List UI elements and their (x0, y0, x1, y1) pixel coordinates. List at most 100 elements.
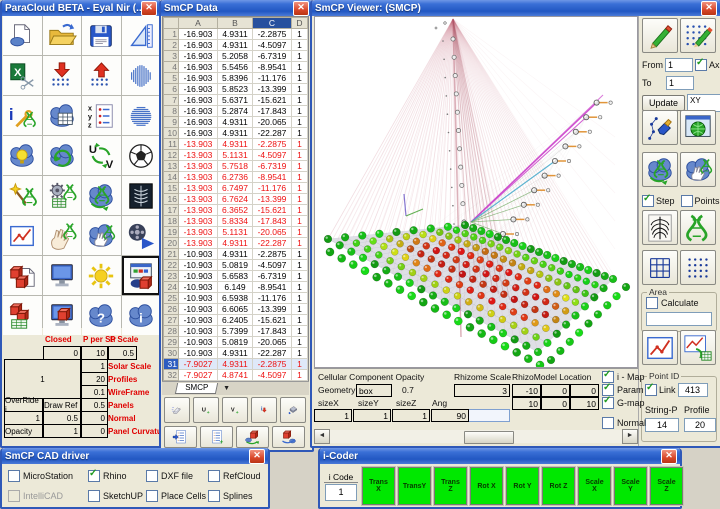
cell-C2[interactable]: -4.5097 (252, 39, 292, 51)
paracloud-tool-monitor[interactable] (42, 256, 81, 295)
paracloud-tool-excel-cut[interactable]: X (3, 56, 42, 95)
param-bot-v-1[interactable]: 0 (81, 411, 108, 425)
row-header-21[interactable]: 21 (163, 248, 179, 260)
cell-B13[interactable]: 5.7518 (217, 160, 253, 172)
cell-D7[interactable]: 1 (291, 94, 308, 106)
cad-checkbox-3[interactable] (208, 470, 220, 482)
location-0-1[interactable]: 0 (541, 384, 570, 397)
row-header-1[interactable]: 1 (163, 28, 179, 40)
location-1-0[interactable]: 10 (512, 397, 541, 410)
cell-D5[interactable]: 1 (291, 72, 308, 84)
sheet-row-18[interactable]: 18 -13.903 5.8334 -17.843 1 (163, 215, 308, 227)
paracloud-tool-xray-image[interactable] (121, 176, 160, 215)
cell-C13[interactable]: -6.7319 (252, 160, 292, 172)
cell-A29[interactable]: -10.903 (178, 336, 218, 348)
cell-C25[interactable]: -11.176 (252, 292, 292, 304)
cell-A8[interactable]: -16.903 (178, 105, 218, 117)
cell-D1[interactable]: 1 (291, 28, 308, 40)
cell-B26[interactable]: 6.6065 (217, 303, 253, 315)
tab-dropdown-icon[interactable]: ▼ (223, 385, 230, 392)
cell-D21[interactable]: 1 (291, 248, 308, 260)
cell-B9[interactable]: 4.9311 (217, 116, 253, 128)
cell-A17[interactable]: -13.903 (178, 204, 218, 216)
cell-D18[interactable]: 1 (291, 215, 308, 227)
cell-B28[interactable]: 5.7399 (217, 325, 253, 337)
cell-C11[interactable]: -2.2875 (252, 138, 292, 150)
row-header-27[interactable]: 27 (163, 314, 179, 326)
cell-A28[interactable]: -10.903 (178, 325, 218, 337)
cell-D15[interactable]: 1 (291, 182, 308, 194)
cell-D9[interactable]: 1 (291, 116, 308, 128)
cell-C4[interactable]: -8.9541 (252, 61, 292, 73)
list-add-button[interactable]: + (200, 426, 233, 448)
chart-export-button[interactable] (680, 330, 716, 365)
v-plus-button[interactable]: V + (222, 397, 248, 423)
cell-A12[interactable]: -13.903 (178, 149, 218, 161)
param-top-2[interactable]: 0.5 (108, 346, 137, 360)
sheet-row-17[interactable]: 17 -13.903 6.3652 -15.621 1 (163, 204, 308, 216)
paracloud-tool-cubes-page[interactable] (3, 256, 42, 295)
param-span-value[interactable]: 1 (4, 359, 81, 399)
row-header-26[interactable]: 26 (163, 303, 179, 315)
paracloud-tool-gear-dna-table[interactable] (42, 176, 81, 215)
cell-D3[interactable]: 1 (291, 50, 308, 62)
row-header-13[interactable]: 13 (163, 160, 179, 172)
cell-C1[interactable]: -2.2875 (252, 28, 292, 40)
calculate-checkbox[interactable] (646, 297, 658, 309)
cell-B10[interactable]: 4.9311 (217, 127, 253, 139)
param-top-1[interactable]: 10 (81, 346, 108, 360)
viewer-hscrollbar[interactable]: ◄ ► (314, 429, 638, 444)
cell-B2[interactable]: 4.9311 (217, 39, 253, 51)
sheet-row-3[interactable]: 3 -16.903 5.2058 -6.7319 1 (163, 50, 308, 62)
param-bot-c2-0[interactable]: Draw Ref (43, 398, 81, 412)
param-mid-1[interactable]: 20 (81, 372, 108, 386)
cell-B20[interactable]: 4.9311 (217, 237, 253, 249)
cell-D19[interactable]: 1 (291, 226, 308, 238)
data-titlebar[interactable]: SmCP Data ✕ (161, 0, 312, 16)
step-checkbox[interactable] (642, 193, 654, 207)
cell-B4[interactable]: 5.5456 (217, 61, 253, 73)
cloud-dna-update-button[interactable] (642, 152, 678, 187)
row-header-2[interactable]: 2 (163, 39, 179, 51)
cell-D6[interactable]: 1 (291, 83, 308, 95)
cube-rotate-b-button[interactable] (272, 426, 305, 448)
cell-A25[interactable]: -10.903 (178, 292, 218, 304)
cell-C15[interactable]: -11.176 (252, 182, 292, 194)
sheet-row-21[interactable]: 21 -10.903 4.9311 -2.2875 1 (163, 248, 308, 260)
cell-C10[interactable]: -22.287 (252, 127, 292, 139)
cell-C29[interactable]: -20.065 (252, 336, 292, 348)
row-header-4[interactable]: 4 (163, 61, 179, 73)
cell-A27[interactable]: -10.903 (178, 314, 218, 326)
row-header-3[interactable]: 3 (163, 50, 179, 62)
sheet-row-19[interactable]: 19 -13.903 5.1131 -20.065 1 (163, 226, 308, 238)
row-header-29[interactable]: 29 (163, 336, 179, 348)
row-header-23[interactable]: 23 (163, 270, 179, 282)
sheet-row-32[interactable]: 32 -7.9027 4.8741 -4.5097 1 (163, 369, 308, 381)
sheet-row-29[interactable]: 29 -10.903 5.0819 -20.065 1 (163, 336, 308, 348)
cell-B14[interactable]: 6.2736 (217, 171, 253, 183)
row-header-19[interactable]: 19 (163, 226, 179, 238)
from-input[interactable] (665, 58, 693, 72)
icoder-titlebar[interactable]: i-Coder ✕ (320, 448, 680, 464)
cell-D14[interactable]: 1 (291, 171, 308, 183)
link-checkbox[interactable] (645, 382, 657, 396)
sheet-row-20[interactable]: 20 -13.903 4.9311 -22.287 1 (163, 237, 308, 249)
paracloud-tool-hand-dna[interactable] (42, 216, 81, 255)
cell-A21[interactable]: -10.903 (178, 248, 218, 260)
cell-B30[interactable]: 4.9311 (217, 347, 253, 359)
cell-C20[interactable]: -22.287 (252, 237, 292, 249)
point-id-input[interactable] (677, 383, 708, 397)
row-header-25[interactable]: 25 (163, 292, 179, 304)
cad-checkbox-4[interactable] (8, 490, 20, 502)
param-bot-c2-2[interactable]: 1 (43, 424, 81, 438)
fill-bucket-button[interactable] (280, 397, 306, 423)
sheet-row-5[interactable]: 5 -16.903 5.8396 -11.176 1 (163, 72, 308, 84)
cell-B12[interactable]: 5.1131 (217, 149, 253, 161)
cell-C9[interactable]: -20.065 (252, 116, 292, 128)
col-header-D[interactable]: D (291, 17, 308, 29)
checkbox-2[interactable] (602, 395, 614, 409)
cell-B23[interactable]: 5.6583 (217, 270, 253, 282)
cell-D24[interactable]: 1 (291, 281, 308, 293)
cell-D31[interactable]: 1 (291, 358, 308, 370)
cell-C23[interactable]: -6.7319 (252, 270, 292, 282)
